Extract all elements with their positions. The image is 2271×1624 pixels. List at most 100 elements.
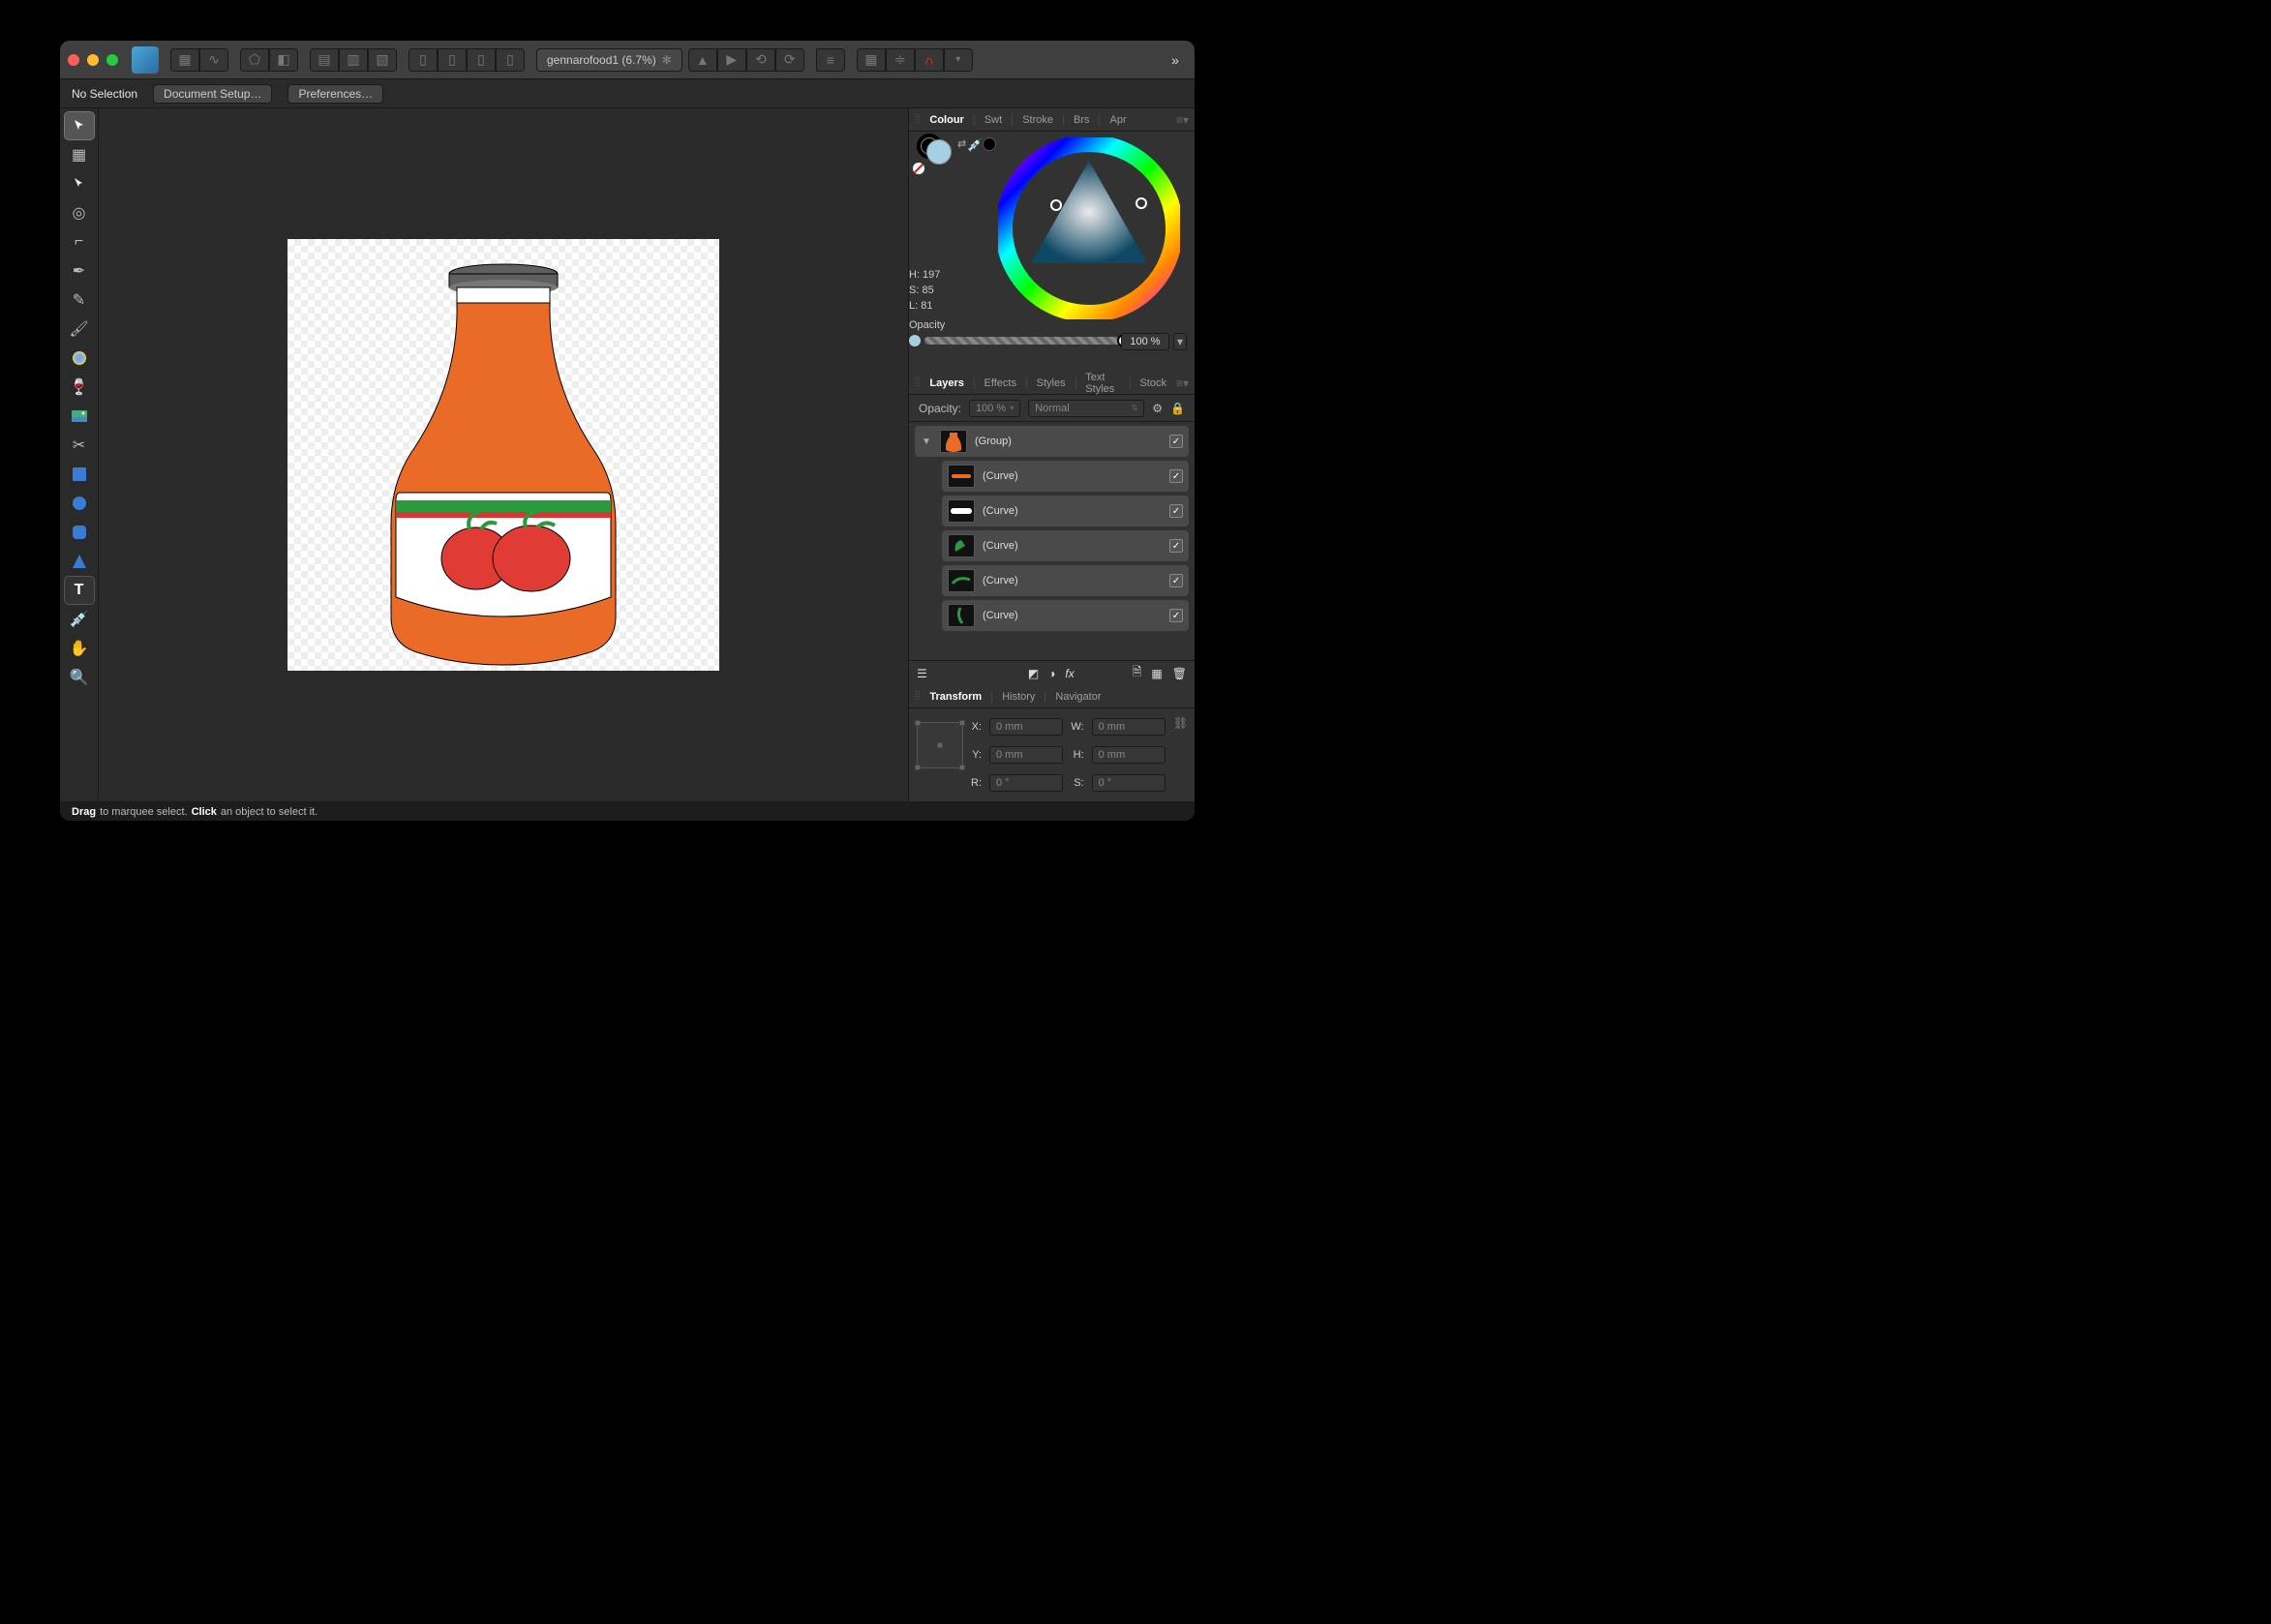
fx-icon[interactable]: fx (1065, 667, 1074, 680)
rotate-cw-button[interactable]: ⟳ (775, 48, 804, 72)
w-field[interactable]: 0 mm (1092, 718, 1166, 736)
adjustment-icon[interactable]: ◑ (1048, 667, 1055, 680)
layer-visible-checkbox[interactable]: ✓ (1169, 469, 1183, 483)
text-tool[interactable]: T (65, 577, 94, 604)
opacity-value-field[interactable]: 100 % (1121, 333, 1169, 350)
canvas-viewport[interactable] (99, 108, 908, 801)
s-field[interactable]: 0 ° (1092, 774, 1166, 792)
layer-options-gear-icon[interactable]: ⚙ (1152, 402, 1163, 415)
add-page-icon[interactable]: 🗎 (1133, 663, 1142, 683)
r-field[interactable]: 0 ° (989, 774, 1063, 792)
toolbar-overflow-button[interactable]: » (1164, 48, 1187, 72)
rectangle-tool[interactable] (65, 461, 94, 488)
ellipse-tool[interactable] (65, 490, 94, 517)
layer-visible-checkbox[interactable]: ✓ (1169, 539, 1183, 553)
snap-grid-button[interactable]: ▦ (857, 48, 886, 72)
layer-row[interactable]: (Curve) ✓ (942, 530, 1189, 561)
align-button[interactable]: ≡ (816, 48, 845, 72)
persona-grid-button[interactable]: ▦ (170, 48, 199, 72)
move-tool[interactable] (65, 112, 94, 139)
tab-history[interactable]: History (994, 685, 1043, 707)
no-fill-icon[interactable] (913, 163, 924, 174)
insert-inside-button[interactable]: ⬠ (240, 48, 269, 72)
flip-h-button[interactable]: ▲ (688, 48, 717, 72)
node-tool[interactable] (65, 170, 94, 197)
brush-tool[interactable]: 🖌 (65, 316, 94, 343)
anchor-selector[interactable] (917, 722, 963, 768)
tab-layers[interactable]: Layers (922, 372, 971, 394)
layer-row[interactable]: (Curve) ✓ (942, 461, 1189, 492)
insert-behind-button[interactable]: ◧ (269, 48, 298, 72)
fwd-one-button[interactable]: ▯ (467, 48, 496, 72)
tab-stroke[interactable]: Stroke (1014, 108, 1061, 131)
select-transform-icon[interactable]: ▧ (368, 48, 397, 72)
layers-stacks-icon[interactable]: ☰ (917, 667, 927, 680)
document-tab[interactable]: gennarofood1 (6.7%) ✻ (536, 48, 682, 72)
h-field[interactable]: 0 mm (1092, 746, 1166, 764)
minimize-window-button[interactable] (87, 54, 99, 66)
layer-visible-checkbox[interactable]: ✓ (1169, 435, 1183, 448)
link-dimensions-icon[interactable]: ⛓ (1173, 716, 1187, 794)
add-pixel-icon[interactable]: ▦ (1151, 667, 1162, 680)
opacity-dropdown-button[interactable]: ▾ (1173, 333, 1187, 350)
layer-row[interactable]: (Curve) ✓ (942, 565, 1189, 596)
last-colour-swatch[interactable] (983, 137, 996, 151)
fill-swatch[interactable] (926, 139, 952, 165)
back-one-button[interactable]: ▯ (438, 48, 467, 72)
close-window-button[interactable] (68, 54, 79, 66)
disclosure-icon[interactable]: ▼ (921, 436, 932, 447)
layers-list[interactable]: ▼ (Group) ✓ (Curve) ✓ (Curve) (909, 422, 1195, 660)
snap-baseline-button[interactable]: ≑ (886, 48, 915, 72)
hand-tool[interactable]: ✋ (65, 635, 94, 662)
delete-layer-icon[interactable]: 🗑 (1172, 667, 1187, 680)
x-field[interactable]: 0 mm (989, 718, 1063, 736)
maximize-window-button[interactable] (106, 54, 118, 66)
pencil-tool[interactable]: ✎ (65, 286, 94, 314)
layer-visible-checkbox[interactable]: ✓ (1169, 574, 1183, 587)
point-transform-tool[interactable]: ◎ (65, 199, 94, 226)
layer-row[interactable]: ▼ (Group) ✓ (915, 426, 1189, 457)
tab-transform[interactable]: Transform (922, 685, 989, 707)
snap-dropdown-button[interactable]: ▾ (944, 48, 973, 72)
move-back-button[interactable]: ▯ (409, 48, 438, 72)
tab-brushes[interactable]: Brs (1066, 108, 1098, 131)
rounded-rect-tool[interactable] (65, 519, 94, 546)
corner-tool[interactable]: ⌐ (65, 228, 94, 256)
place-image-tool[interactable] (65, 403, 94, 430)
rotate-ccw-button[interactable]: ⟲ (746, 48, 775, 72)
layer-visible-checkbox[interactable]: ✓ (1169, 504, 1183, 518)
preferences-button[interactable]: Preferences… (288, 84, 383, 104)
tab-styles[interactable]: Styles (1029, 372, 1074, 394)
document-setup-button[interactable]: Document Setup… (153, 84, 272, 104)
colour-wheel[interactable] (998, 137, 1180, 319)
zoom-tool[interactable]: 🔍 (65, 664, 94, 691)
mask-icon[interactable]: ◩ (1028, 667, 1039, 680)
tab-appearance[interactable]: Apr (1102, 108, 1134, 131)
tab-colour[interactable]: Colour (922, 108, 971, 131)
flip-v-button[interactable]: ▶ (717, 48, 746, 72)
tab-text-styles[interactable]: Text Styles (1077, 372, 1128, 394)
fill-tool[interactable] (65, 345, 94, 372)
layer-row[interactable]: (Curve) ✓ (942, 600, 1189, 631)
share-button[interactable]: ∿ (199, 48, 228, 72)
select-none-icon[interactable]: ▥ (339, 48, 368, 72)
eyedropper-tool[interactable]: 💉 (65, 606, 94, 633)
triangle-tool[interactable] (65, 548, 94, 575)
tab-navigator[interactable]: Navigator (1047, 685, 1108, 707)
pen-tool[interactable]: ✒ (65, 257, 94, 285)
tab-stock[interactable]: Stock (1132, 372, 1174, 394)
crop-tool[interactable]: ✂ (65, 432, 94, 459)
layers-panel-menu-icon[interactable]: ≡▾ (1176, 376, 1189, 390)
swap-colours-icon[interactable]: ⇄ (957, 137, 966, 150)
artboard-tool[interactable]: ▦ (65, 141, 94, 168)
y-field[interactable]: 0 mm (989, 746, 1063, 764)
layer-lock-icon[interactable]: 🔒 (1170, 402, 1185, 415)
layer-row[interactable]: (Curve) ✓ (942, 496, 1189, 526)
layer-opacity-field[interactable]: 100 %▾ (969, 400, 1020, 417)
move-front-button[interactable]: ▯ (496, 48, 525, 72)
transparency-tool[interactable]: 🍷 (65, 374, 94, 401)
opacity-slider[interactable] (909, 335, 1125, 346)
snapping-button[interactable]: ∩ (915, 48, 944, 72)
eyedropper-icon[interactable]: 💉 (967, 137, 983, 153)
tab-effects[interactable]: Effects (977, 372, 1024, 394)
